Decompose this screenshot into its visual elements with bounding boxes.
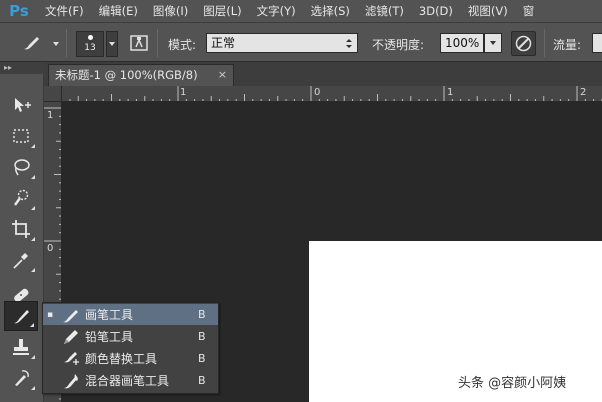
- brush-icon: [24, 37, 39, 50]
- ruler-h-label: 0: [314, 87, 321, 98]
- menu-select[interactable]: 选择(S): [304, 0, 358, 22]
- chevron-down-icon: [490, 41, 496, 45]
- flyout-item-color-replacement[interactable]: 颜色替换工具 B: [43, 348, 218, 369]
- quick-selection-tool[interactable]: [4, 183, 38, 213]
- flyout-item-label: 颜色替换工具: [85, 352, 158, 366]
- stamp-icon: [13, 339, 29, 355]
- menu-image[interactable]: 图像(I): [146, 0, 196, 22]
- tool-group-indicator: [31, 237, 35, 241]
- brush-size-dropdown[interactable]: [106, 31, 118, 57]
- ruler-origin[interactable]: [44, 86, 62, 102]
- ruler-h-label: 1: [447, 87, 454, 98]
- mode-select[interactable]: 正常: [206, 33, 358, 53]
- pencil-icon: [57, 328, 85, 346]
- brush-icon: [57, 306, 85, 324]
- close-icon[interactable]: ×: [218, 65, 227, 85]
- brush-tool[interactable]: [4, 301, 38, 331]
- ruler-h-label: 1: [180, 87, 187, 98]
- brush-tip-icon: [88, 35, 93, 40]
- history-brush-tool[interactable]: [4, 363, 38, 393]
- lasso-tool[interactable]: [4, 152, 38, 182]
- menu-file[interactable]: 文件(F): [38, 0, 92, 22]
- eyedropper-icon: [13, 253, 28, 269]
- mode-label: 模式:: [168, 38, 197, 52]
- menu-bar: Ps 文件(F) 编辑(E) 图像(I) 图层(L) 文字(Y) 选择(S) 滤…: [0, 0, 602, 22]
- mode-value: 正常: [211, 36, 236, 50]
- brush-tool-flyout-menu: ▪ 画笔工具 B 铅笔工具 B 颜色替换工具 B 混合器画笔工具 B: [42, 302, 219, 394]
- menu-3d[interactable]: 3D(D): [412, 0, 461, 22]
- separator: [157, 29, 158, 57]
- opacity-input[interactable]: 100%: [440, 33, 484, 53]
- document-tab-bar: 未标题-1 @ 100%(RGB/8) ×: [44, 62, 602, 86]
- pressure-opacity-button[interactable]: [511, 31, 536, 56]
- shortcut-key: B: [198, 352, 206, 365]
- options-bar: 13 模式: 正常 不透明度: 100% 流量:: [0, 22, 602, 62]
- selected-marker: ▪: [46, 309, 54, 320]
- up-down-arrows-icon: [346, 39, 352, 48]
- brush-icon: [14, 310, 29, 324]
- rectangular-marquee-icon: [13, 129, 29, 143]
- marquee-tool[interactable]: [4, 121, 38, 151]
- tool-group-indicator: [31, 206, 35, 210]
- move-tool[interactable]: [4, 90, 38, 120]
- document-tab[interactable]: 未标题-1 @ 100%(RGB/8) ×: [48, 64, 234, 86]
- flyout-item-label: 铅笔工具: [85, 330, 134, 344]
- shortcut-key: B: [198, 308, 206, 321]
- chevron-down-icon[interactable]: [53, 42, 59, 46]
- shortcut-key: B: [198, 374, 206, 387]
- ruler-v-label: 1: [47, 110, 54, 121]
- toggle-brush-panel-button[interactable]: [128, 32, 150, 54]
- flyout-item-brush[interactable]: ▪ 画笔工具 B: [43, 304, 218, 325]
- color-replacement-icon: [57, 350, 85, 368]
- document-tab-title: 未标题-1 @ 100%(RGB/8): [55, 68, 198, 82]
- opacity-dropdown[interactable]: [484, 33, 502, 53]
- clone-stamp-tool[interactable]: [4, 332, 38, 362]
- ruler-ticks: [69, 86, 602, 101]
- move-icon: [15, 98, 31, 112]
- lasso-icon: [14, 159, 30, 176]
- menu-window[interactable]: 窗: [516, 0, 543, 22]
- brush-size-value: 13: [84, 43, 96, 53]
- separator: [544, 29, 545, 57]
- tools-panel: [0, 74, 44, 402]
- tool-group-indicator: [31, 355, 35, 359]
- brush-panel-icon: [130, 35, 148, 51]
- watermark: 头条 @容颜小阿姨: [458, 376, 567, 391]
- tool-preset-picker[interactable]: [18, 32, 48, 54]
- flyout-item-label: 画笔工具: [85, 308, 134, 322]
- quick-selection-icon: [14, 189, 29, 206]
- horizontal-ruler[interactable]: 1 0 1 2: [62, 86, 602, 102]
- tool-group-indicator: [31, 175, 35, 179]
- menu-view[interactable]: 视图(V): [461, 0, 516, 22]
- crop-tool[interactable]: [4, 214, 38, 244]
- menu-type[interactable]: 文字(Y): [250, 0, 304, 22]
- history-brush-icon: [15, 370, 29, 386]
- ruler-v-label: 0: [47, 243, 54, 254]
- panel-collapse-button[interactable]: ▸▸: [0, 62, 44, 74]
- photoshop-logo: Ps: [9, 2, 29, 20]
- menu-edit[interactable]: 编辑(E): [92, 0, 146, 22]
- pressure-icon: [515, 35, 532, 52]
- brush-size-picker[interactable]: 13: [76, 31, 104, 57]
- menu-filter[interactable]: 滤镜(T): [358, 0, 412, 22]
- ruler-h-label: 2: [580, 87, 587, 98]
- crop-icon: [12, 220, 30, 238]
- tool-group-indicator: [31, 268, 35, 272]
- eyedropper-tool[interactable]: [4, 245, 38, 275]
- mixer-brush-icon: [57, 372, 85, 390]
- shortcut-key: B: [198, 330, 206, 343]
- tool-group-indicator: [31, 386, 35, 390]
- flow-input[interactable]: [592, 33, 602, 53]
- flyout-item-mixer-brush[interactable]: 混合器画笔工具 B: [43, 370, 218, 391]
- flow-label: 流量:: [553, 38, 582, 52]
- tool-group-indicator: [30, 323, 34, 327]
- flyout-item-pencil[interactable]: 铅笔工具 B: [43, 326, 218, 347]
- flyout-item-label: 混合器画笔工具: [85, 374, 170, 388]
- tool-group-indicator: [31, 144, 35, 148]
- menu-layer[interactable]: 图层(L): [196, 0, 249, 22]
- chevron-down-icon: [109, 42, 115, 46]
- opacity-value: 100%: [445, 36, 480, 50]
- separator: [66, 29, 67, 57]
- opacity-label: 不透明度:: [372, 38, 425, 52]
